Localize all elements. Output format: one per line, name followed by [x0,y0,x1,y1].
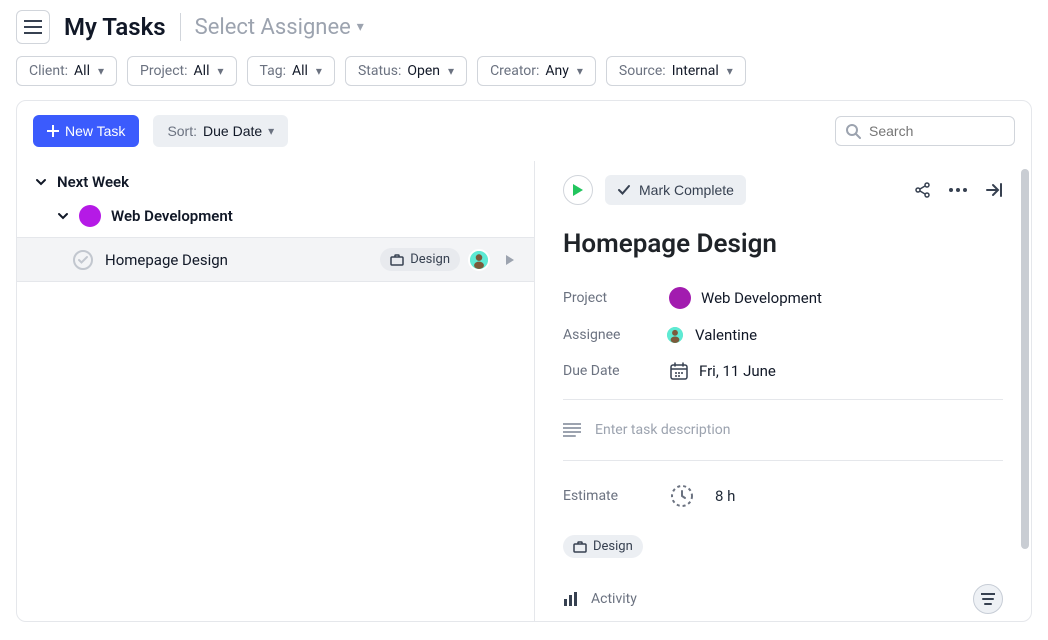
description-icon [563,423,581,437]
estimate-icon [669,483,695,509]
chevron-down-icon: ▾ [577,64,583,78]
description-input[interactable]: Enter task description [563,410,1003,450]
chevron-down-icon: ▾ [727,64,733,78]
chevron-down-icon: ▾ [448,64,454,78]
plus-icon [47,125,59,137]
filter-icon [981,593,995,605]
task-tag-chip: Design [380,248,460,271]
avatar [468,249,490,271]
activity-filter-button[interactable] [973,584,1003,614]
assignee-value: Valentine [695,326,757,344]
more-icon[interactable] [949,188,967,192]
filter-client[interactable]: Client: All ▾ [16,56,117,86]
start-timer-button[interactable] [563,175,593,205]
briefcase-icon [390,254,404,266]
task-row-homepage-design[interactable]: Homepage Design Design [17,237,534,282]
new-task-label: New Task [65,123,125,139]
search-input[interactable] [869,123,1004,139]
assignee-selector-label: Select Assignee [195,15,351,40]
field-due-date[interactable]: Due Date Fri, 11 June [563,353,1003,389]
group-header-next-week[interactable]: Next Week [17,169,534,195]
play-icon [572,183,584,197]
mark-complete-label: Mark Complete [639,182,734,198]
group-label: Next Week [57,173,129,191]
field-estimate[interactable]: Estimate 8 h [563,471,1003,523]
main-panel: New Task Sort: Due Date ▾ Next Week Web [16,100,1032,622]
chevron-down-icon: ▾ [217,64,223,78]
assignee-selector[interactable]: Select Assignee ▾ [195,15,364,40]
estimate-value: 8 h [715,487,735,505]
complete-circle-icon[interactable] [73,250,93,270]
avatar [665,325,685,345]
project-header[interactable]: Web Development [17,195,534,237]
project-color-dot [669,287,691,309]
detail-top-bar: Mark Complete [563,175,1003,205]
chevron-down-icon: ▾ [98,64,104,78]
task-tag-chip[interactable]: Design [563,535,643,558]
sort-button[interactable]: Sort: Due Date ▾ [153,115,288,147]
chevron-down-icon: ▾ [268,124,274,138]
filter-status[interactable]: Status: Open ▾ [345,56,467,86]
filter-bar: Client: All ▾ Project: All ▾ Tag: All ▾ … [0,50,1048,100]
mark-complete-button[interactable]: Mark Complete [605,175,746,205]
hamburger-menu-button[interactable] [16,10,50,44]
task-list: Next Week Web Development Homepage Desig… [17,161,535,621]
share-icon[interactable] [915,182,931,198]
activity-icon [563,592,579,606]
collapse-icon[interactable] [985,182,1003,198]
scrollbar[interactable] [1021,169,1029,549]
filter-creator[interactable]: Creator: Any ▾ [477,56,596,86]
new-task-button[interactable]: New Task [33,115,139,147]
chevron-down-icon [57,210,69,222]
calendar-icon [669,361,689,381]
hamburger-icon [24,20,42,34]
filter-project[interactable]: Project: All ▾ [127,56,236,86]
field-assignee[interactable]: Assignee Valentine [563,317,1003,353]
divider [563,460,1003,461]
description-placeholder: Enter task description [595,422,730,438]
toolbar: New Task Sort: Due Date ▾ [17,101,1031,161]
project-color-dot [79,205,101,227]
tags-row: Design [563,523,1003,570]
field-project[interactable]: Project Web Development [563,279,1003,317]
due-value: Fri, 11 June [699,362,776,380]
search-box[interactable] [835,116,1015,146]
project-name: Web Development [111,207,233,225]
filter-tag[interactable]: Tag: All ▾ [247,56,335,86]
task-detail-pane: Mark Complete Homepage Design [535,161,1031,621]
top-header: My Tasks Select Assignee ▾ [0,0,1048,50]
divider [563,399,1003,400]
chevron-down-icon [35,176,47,188]
chevron-down-icon: ▾ [357,19,364,35]
page-title: My Tasks [64,13,166,41]
play-icon[interactable] [502,253,516,267]
filter-source[interactable]: Source: Internal ▾ [606,56,746,86]
title-divider [180,13,181,41]
project-value: Web Development [701,289,822,307]
detail-title[interactable]: Homepage Design [563,229,1003,259]
task-name: Homepage Design [105,251,368,269]
check-icon [617,183,631,197]
chevron-down-icon: ▾ [316,64,322,78]
activity-label: Activity [591,591,637,607]
activity-header: Activity [563,570,1003,621]
briefcase-icon [573,541,587,553]
search-icon [846,124,861,139]
